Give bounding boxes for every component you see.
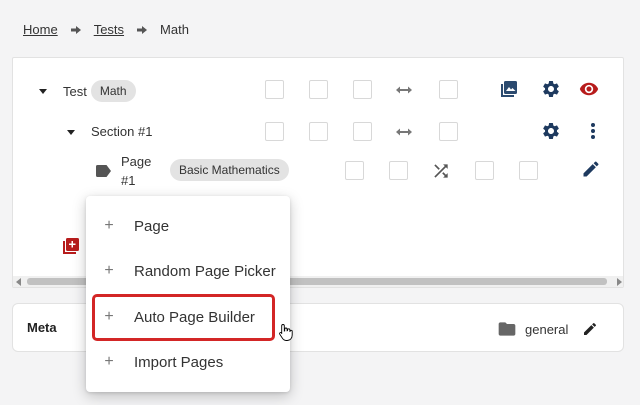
section-label: Section #1: [91, 124, 153, 139]
test-row: Test Math: [37, 80, 136, 102]
page-checkbox-3[interactable]: [475, 161, 494, 180]
swap-horizontal-icon[interactable]: [394, 122, 414, 142]
test-checkbox-2[interactable]: [309, 80, 328, 99]
menu-item-label: Auto Page Builder: [134, 308, 255, 326]
test-subject-chip[interactable]: Math: [90, 80, 136, 102]
test-label: Test: [63, 83, 87, 99]
section-checkbox-1[interactable]: [265, 122, 284, 141]
breadcrumb-home-link[interactable]: Home: [23, 22, 58, 37]
menu-item-page[interactable]: + Page: [86, 206, 290, 246]
image-gallery-icon[interactable]: [499, 79, 519, 99]
breadcrumb: Home Tests Math: [23, 22, 189, 37]
page-label: Page #1: [121, 152, 151, 190]
gear-icon[interactable]: [541, 79, 561, 99]
plus-icon: +: [104, 353, 114, 370]
eye-icon[interactable]: [579, 79, 599, 99]
section-checkbox-4[interactable]: [439, 122, 458, 141]
pencil-icon[interactable]: [582, 321, 598, 337]
test-checkbox-1[interactable]: [265, 80, 284, 99]
scroll-left-arrow-icon[interactable]: [16, 278, 21, 286]
label-tag-icon: [93, 161, 113, 181]
meta-folder: general: [497, 319, 598, 339]
arrow-right-icon: [70, 24, 82, 36]
section-checkbox-3[interactable]: [353, 122, 372, 141]
menu-item-label: Import Pages: [134, 353, 224, 371]
menu-item-label: Random Page Picker: [134, 262, 276, 280]
collapse-section-caret-icon[interactable]: [65, 126, 77, 138]
swap-horizontal-icon[interactable]: [394, 80, 414, 100]
page-subject-chip[interactable]: Basic Mathematics: [170, 159, 289, 181]
section-checkbox-2[interactable]: [309, 122, 328, 141]
add-box-icon[interactable]: [61, 236, 81, 256]
plus-icon: +: [104, 262, 114, 279]
section-row: Section #1: [65, 124, 152, 139]
page-checkbox-1[interactable]: [345, 161, 364, 180]
menu-item-label: Page: [134, 217, 170, 235]
scroll-right-arrow-icon[interactable]: [617, 278, 622, 286]
meta-folder-name: general: [525, 321, 569, 337]
breadcrumb-tests-link[interactable]: Tests: [94, 22, 124, 37]
test-checkbox-4[interactable]: [439, 80, 458, 99]
meta-title: Meta: [27, 320, 57, 335]
pencil-icon[interactable]: [581, 159, 601, 179]
plus-icon: +: [104, 308, 114, 325]
breadcrumb-current: Math: [160, 22, 189, 37]
page-checkbox-2[interactable]: [389, 161, 408, 180]
gear-icon[interactable]: [541, 121, 561, 141]
page-checkbox-4[interactable]: [519, 161, 538, 180]
menu-item-random-page-picker[interactable]: + Random Page Picker: [86, 251, 290, 291]
page-label-line2: #1: [121, 173, 136, 188]
add-page-menu: + Page + Random Page Picker + Auto Page …: [86, 196, 290, 392]
folder-icon: [497, 319, 517, 339]
menu-item-import-pages[interactable]: + Import Pages: [86, 342, 290, 382]
plus-icon: +: [104, 217, 114, 234]
collapse-test-caret-icon[interactable]: [37, 85, 49, 97]
hand-cursor-icon: [279, 323, 293, 341]
menu-item-auto-page-builder[interactable]: + Auto Page Builder: [86, 297, 290, 337]
more-vert-icon[interactable]: [583, 121, 603, 141]
test-checkbox-3[interactable]: [353, 80, 372, 99]
arrow-right-icon: [136, 24, 148, 36]
shuffle-icon[interactable]: [431, 161, 451, 181]
page-label-line1: Page: [121, 154, 152, 169]
